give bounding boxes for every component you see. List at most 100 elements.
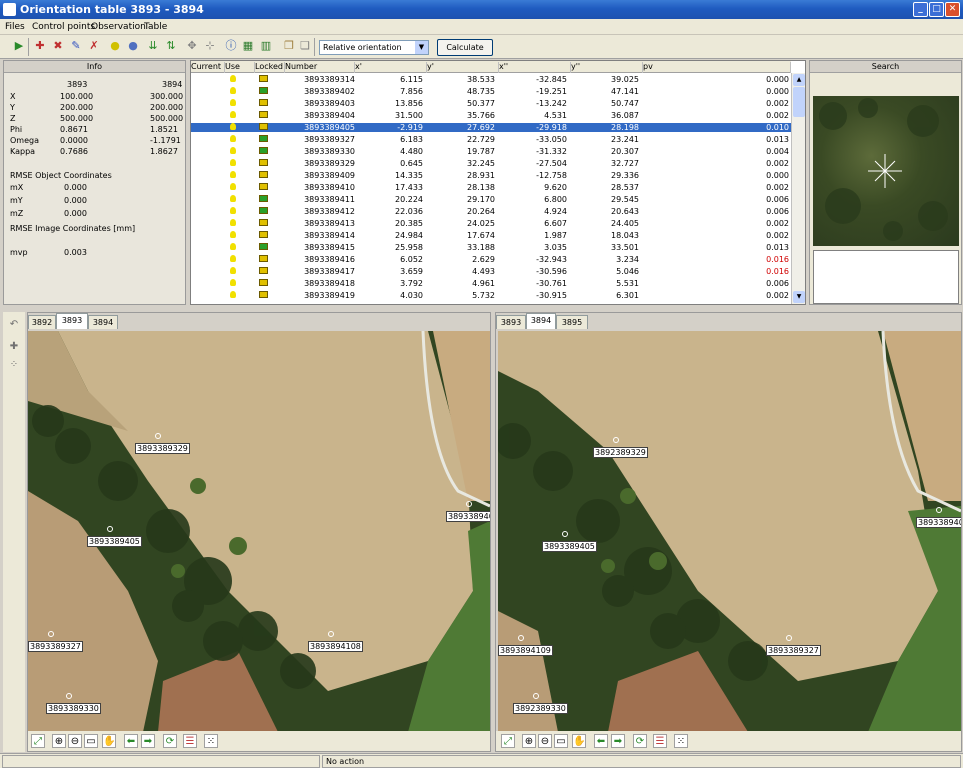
table-row[interactable]: 3893389412 22.036 20.264 4.924 20.643 0.… <box>191 207 791 216</box>
col-x1[interactable]: x' <box>355 62 427 73</box>
col-locked[interactable]: Locked <box>255 62 285 73</box>
bulb-icon[interactable] <box>230 159 236 166</box>
bulb-icon[interactable] <box>230 171 236 178</box>
point-label[interactable]: 3892389329 <box>593 447 648 458</box>
bulb-icon[interactable] <box>230 231 236 238</box>
lock-icon[interactable] <box>259 75 268 82</box>
refresh-icon[interactable]: ⟳ <box>163 734 177 748</box>
bulb-icon[interactable] <box>230 255 236 262</box>
point-marker[interactable] <box>466 501 472 507</box>
table-row[interactable]: 3893389411 20.224 29.170 6.800 29.545 0.… <box>191 195 791 204</box>
table-row[interactable]: 3893389403 13.856 50.377 -13.242 50.747 … <box>191 99 791 108</box>
table-row[interactable]: 3893389314 6.115 38.533 -32.845 39.025 0… <box>191 75 791 84</box>
lock-icon[interactable] <box>259 291 268 298</box>
col-y1[interactable]: y' <box>427 62 499 73</box>
scroll-down-icon[interactable]: ▼ <box>793 291 805 303</box>
table-row[interactable]: 3893389327 6.183 22.729 -33.050 23.241 0… <box>191 135 791 144</box>
point-marker[interactable] <box>936 507 942 513</box>
bulb-on-icon[interactable]: ● <box>108 39 122 53</box>
grid-icon[interactable]: ▥ <box>259 39 273 53</box>
bulb-off-icon[interactable]: ● <box>126 39 140 53</box>
col-y2[interactable]: y'' <box>571 62 643 73</box>
point-marker[interactable] <box>786 635 792 641</box>
add-point-icon[interactable]: ✚ <box>33 39 47 53</box>
zoom-box-icon[interactable]: ▭ <box>84 734 98 748</box>
arrow-left-icon[interactable]: ⬅ <box>594 734 608 748</box>
fit-icon[interactable]: ⤢ <box>31 734 45 748</box>
menu-observation[interactable]: Observation <box>91 22 146 32</box>
table-row[interactable]: 3893389416 6.052 2.629 -32.943 3.234 0.0… <box>191 255 791 264</box>
play-icon[interactable]: ▶ <box>12 39 26 53</box>
edit-point-icon[interactable]: ✎ <box>69 39 83 53</box>
point-label[interactable]: 3893894108 <box>308 641 363 652</box>
tab-3894[interactable]: 3894 <box>88 315 118 329</box>
zoom-box-icon[interactable]: ▭ <box>554 734 568 748</box>
bulb-icon[interactable] <box>230 183 236 190</box>
table-row[interactable]: 3893389405 -2.919 27.692 -29.918 28.198 … <box>191 123 791 132</box>
select-icon[interactable]: ⊹ <box>203 39 217 53</box>
bulb-icon[interactable] <box>230 123 236 130</box>
col-number[interactable]: Number <box>285 62 355 73</box>
point-label[interactable]: 3893389327 <box>766 645 821 656</box>
arrange-icon[interactable]: ⇊ <box>146 39 160 53</box>
lock-icon[interactable] <box>259 219 268 226</box>
right-aerial-image[interactable]: 3892389329 3893389405 3893389409 3893894… <box>498 331 961 732</box>
point-marker[interactable] <box>533 693 539 699</box>
bulb-icon[interactable] <box>230 111 236 118</box>
search-image[interactable] <box>813 96 959 246</box>
tab-3893[interactable]: 3893 <box>56 313 88 329</box>
lock-icon[interactable] <box>259 87 268 94</box>
pan-hand-icon[interactable]: ✋ <box>572 734 586 748</box>
bulb-icon[interactable] <box>230 195 236 202</box>
point-label[interactable]: 3892389330 <box>513 703 568 714</box>
mode-select[interactable]: Relative orientation ▼ <box>319 40 429 55</box>
lock-icon[interactable] <box>259 207 268 214</box>
table-icon[interactable]: ▦ <box>241 39 255 53</box>
zoom-out-icon[interactable]: ⊖ <box>68 734 82 748</box>
lock-icon[interactable] <box>259 99 268 106</box>
lock-icon[interactable] <box>259 135 268 142</box>
undo-icon[interactable]: ↶ <box>7 318 21 332</box>
point-marker[interactable] <box>155 433 161 439</box>
point-marker[interactable] <box>328 631 334 637</box>
sort-icon[interactable]: ⇅ <box>164 39 178 53</box>
info-icon[interactable]: ⓘ <box>224 39 238 53</box>
pan-hand-icon[interactable]: ✋ <box>102 734 116 748</box>
point-label[interactable]: 3893389405 <box>87 536 142 547</box>
bulb-icon[interactable] <box>230 75 236 82</box>
lock-icon[interactable] <box>259 111 268 118</box>
lock-icon[interactable] <box>259 159 268 166</box>
move-icon[interactable]: ✥ <box>185 39 199 53</box>
point-label[interactable]: 3893389329 <box>135 443 190 454</box>
left-aerial-image[interactable]: 3893389329 3893389405 3893389409 3893389… <box>28 331 490 732</box>
bulb-icon[interactable] <box>230 279 236 286</box>
lock-icon[interactable] <box>259 123 268 130</box>
bulb-icon[interactable] <box>230 99 236 106</box>
point-marker[interactable] <box>66 693 72 699</box>
point-label[interactable]: 3893389409 <box>916 517 961 528</box>
menu-table[interactable]: Table <box>144 22 167 32</box>
tab-3895[interactable]: 3895 <box>556 315 588 329</box>
bulb-icon[interactable] <box>230 291 236 298</box>
table-row[interactable]: 3893389329 0.645 32.245 -27.504 32.727 0… <box>191 159 791 168</box>
scroll-thumb[interactable] <box>793 87 805 117</box>
point-label[interactable]: 3893389409 <box>446 511 490 522</box>
close-button[interactable]: ✕ <box>945 2 960 17</box>
table-row[interactable]: 3893389330 4.480 19.787 -31.332 20.307 0… <box>191 147 791 156</box>
col-pv[interactable]: pv <box>643 62 791 73</box>
table-row[interactable]: 3893389413 20.385 24.025 6.607 24.405 0.… <box>191 219 791 228</box>
table-row[interactable]: 3893389410 17.433 28.138 9.620 28.537 0.… <box>191 183 791 192</box>
point-label[interactable]: 3893894109 <box>498 645 553 656</box>
minimize-button[interactable]: _ <box>913 2 928 17</box>
tab-3893[interactable]: 3893 <box>496 315 526 329</box>
table-row[interactable]: 3893389402 7.856 48.735 -19.251 47.141 0… <box>191 87 791 96</box>
col-current[interactable]: Current <box>191 62 225 73</box>
remove-point-icon[interactable]: ✗ <box>87 39 101 53</box>
table-scrollbar[interactable]: ▲ ▼ <box>791 73 805 304</box>
lock-icon[interactable] <box>259 243 268 250</box>
col-x2[interactable]: x'' <box>499 62 571 73</box>
arrow-right-icon[interactable]: ➡ <box>611 734 625 748</box>
fit-icon[interactable]: ⤢ <box>501 734 515 748</box>
paste-icon[interactable]: ❏ <box>298 39 312 53</box>
point-marker[interactable] <box>48 631 54 637</box>
